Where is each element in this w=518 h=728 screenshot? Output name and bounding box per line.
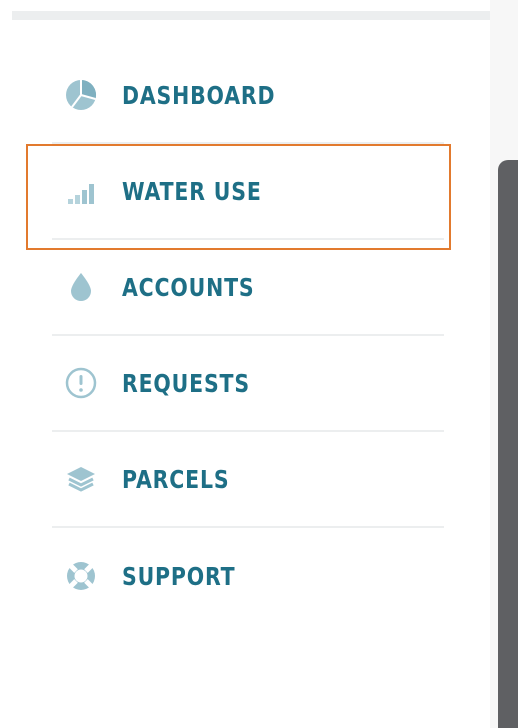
sidebar-item-parcels[interactable]: PARCELS	[52, 432, 444, 528]
sidebar-item-label: DASHBOARD	[122, 80, 276, 110]
app-page: DASHBOARD WATER USE ACCOUNTS REQUESTS PA…	[0, 0, 518, 728]
pie-chart-icon	[64, 78, 98, 112]
sidebar-item-label: ACCOUNTS	[122, 272, 255, 302]
sidebar-item-requests[interactable]: REQUESTS	[52, 336, 444, 432]
layers-icon	[64, 462, 98, 496]
bar-chart-icon	[64, 174, 98, 208]
sidebar-item-label: SUPPORT	[122, 561, 236, 591]
sidebar-item-dashboard[interactable]: DASHBOARD	[52, 48, 444, 144]
scrollbar-thumb[interactable]	[498, 160, 518, 728]
alert-circle-icon	[64, 366, 98, 400]
sidebar-item-water-use[interactable]: WATER USE	[52, 144, 444, 240]
sidebar-item-support[interactable]: SUPPORT	[52, 528, 444, 624]
sidebar-nav: DASHBOARD WATER USE ACCOUNTS REQUESTS PA…	[52, 48, 444, 624]
sidebar-item-label: PARCELS	[122, 464, 230, 494]
top-divider	[12, 11, 490, 20]
sidebar-item-label: REQUESTS	[122, 368, 250, 398]
sidebar-item-label: WATER USE	[122, 176, 262, 206]
lifebuoy-icon	[64, 559, 98, 593]
sidebar-item-accounts[interactable]: ACCOUNTS	[52, 240, 444, 336]
water-drop-icon	[64, 270, 98, 304]
